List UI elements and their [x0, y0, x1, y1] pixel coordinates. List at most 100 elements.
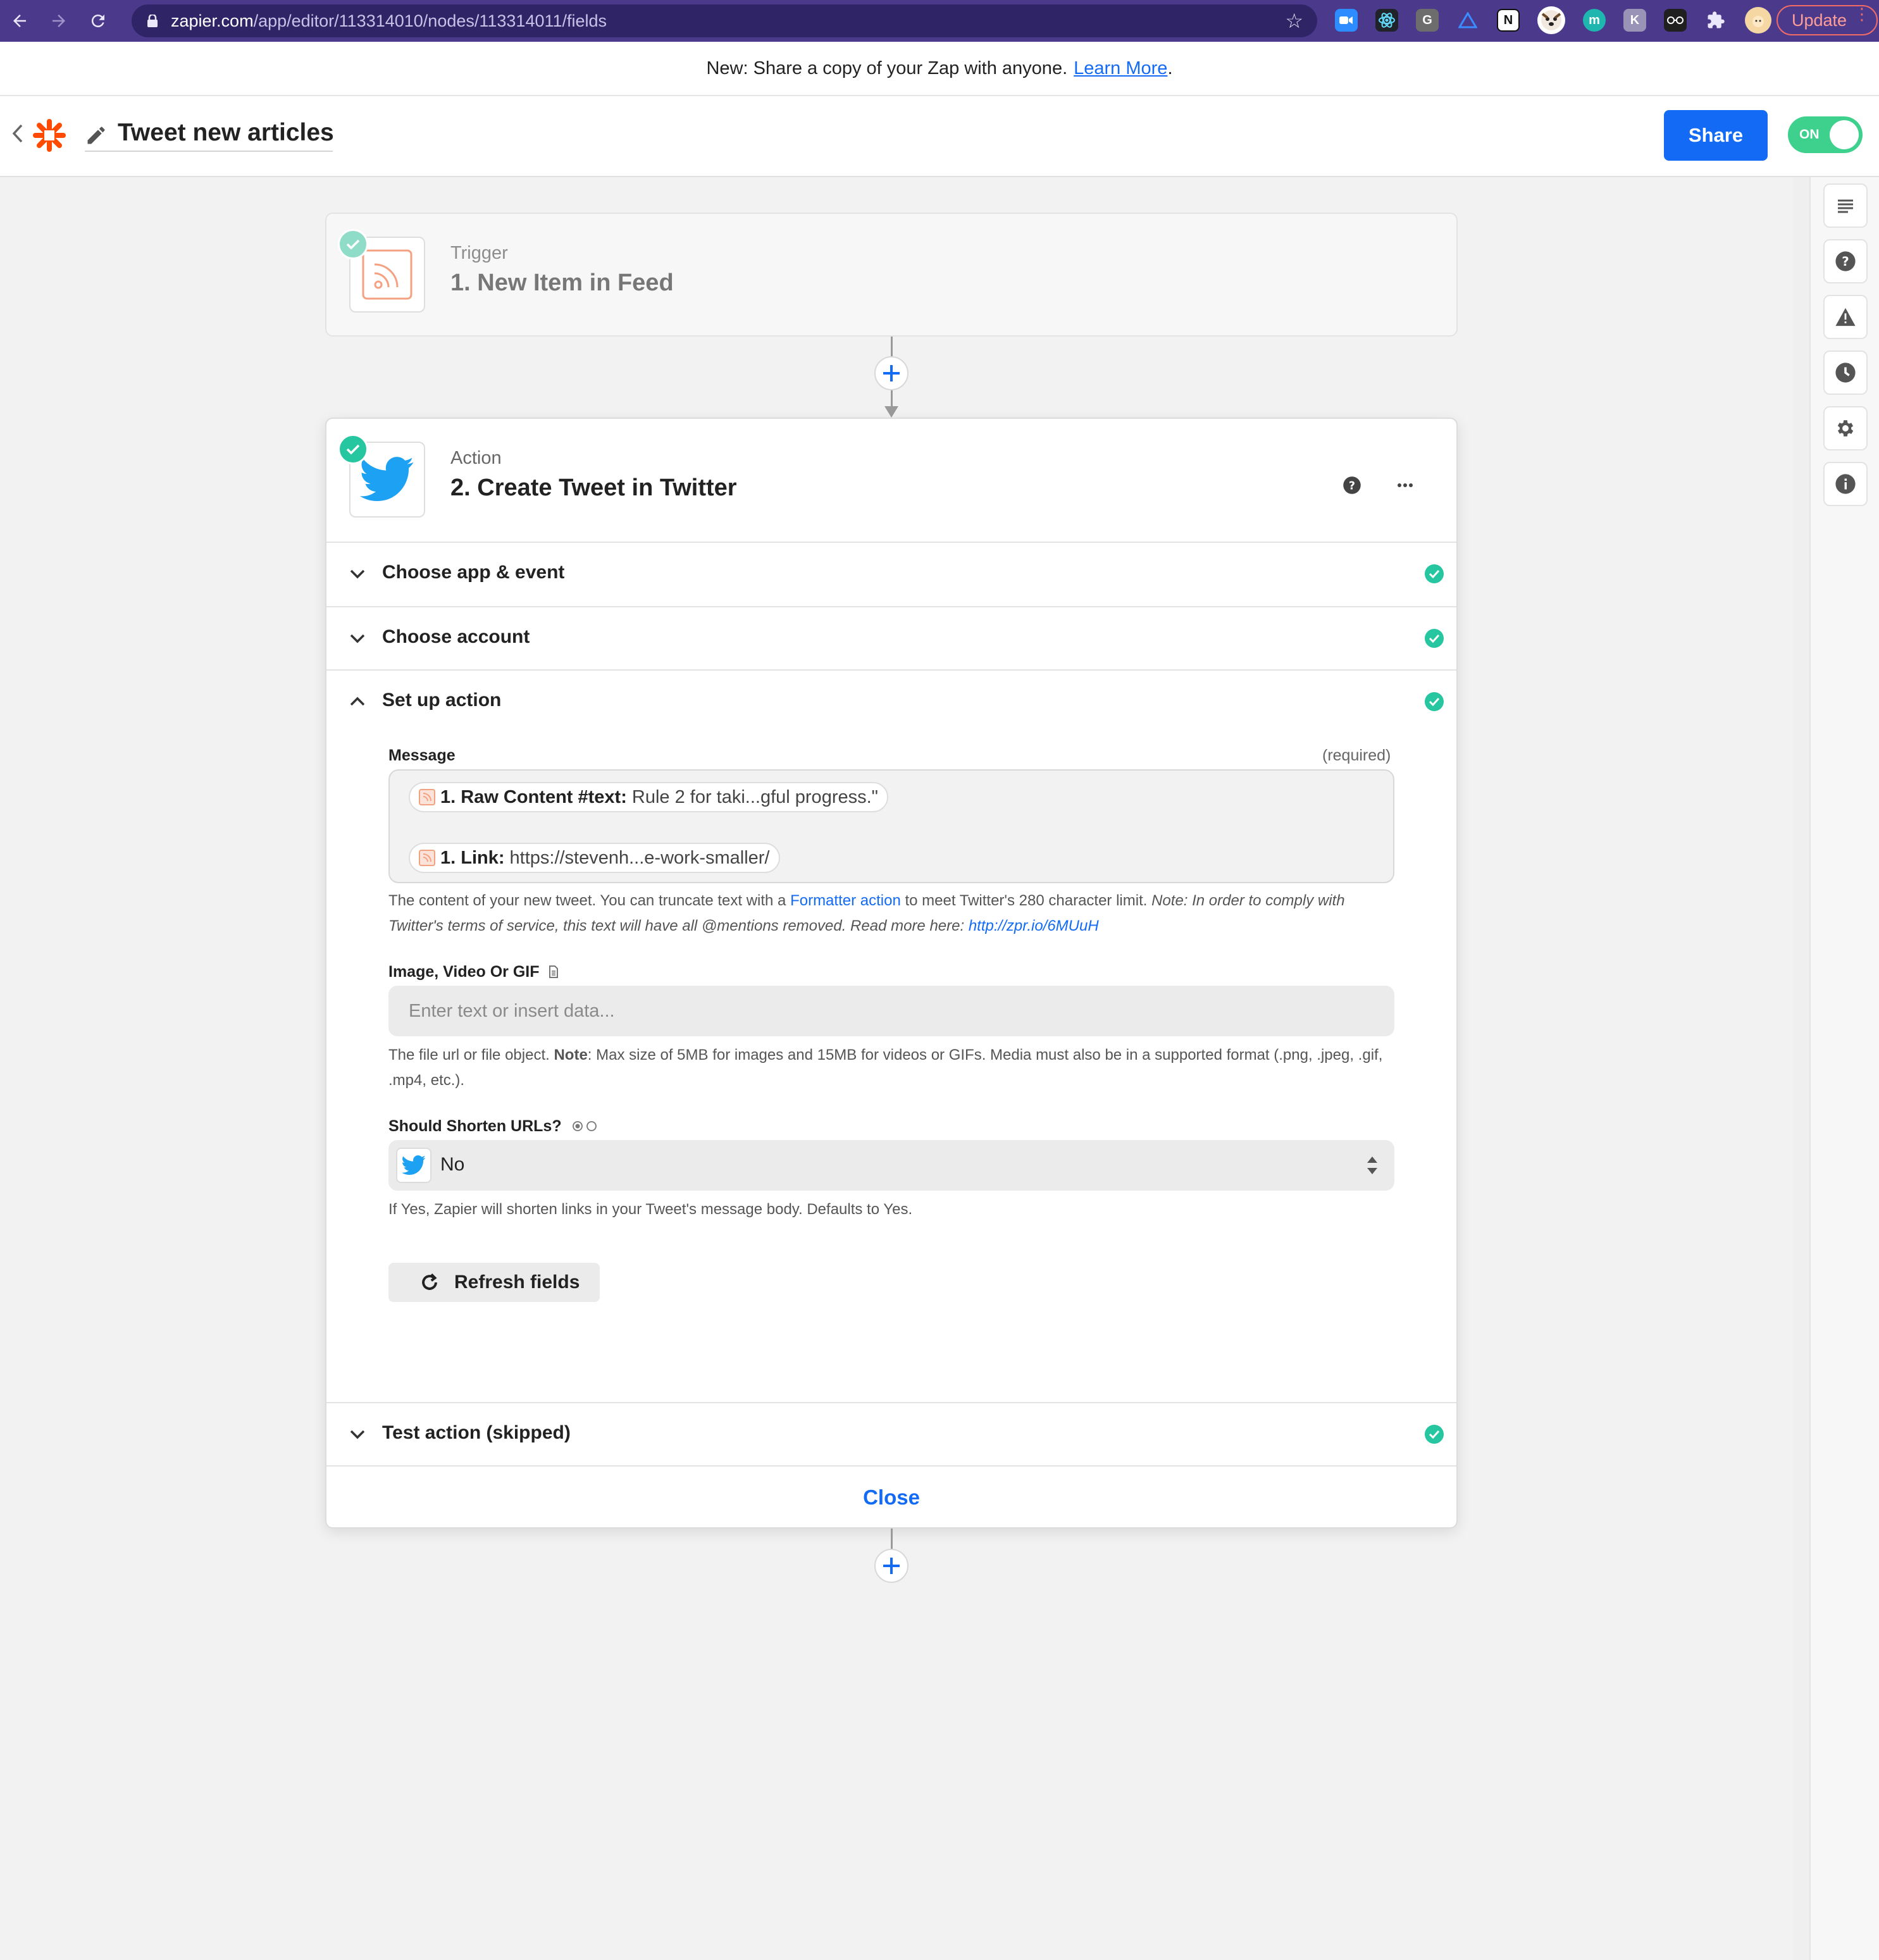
close-button[interactable]: Close [863, 1486, 920, 1510]
media-help-prefix: The file url or file object. [388, 1046, 550, 1064]
refresh-fields-button[interactable]: Refresh fields [388, 1263, 600, 1302]
trigger-kind-label: Trigger [450, 243, 508, 263]
rss-pill-icon [419, 789, 435, 805]
learn-more-link[interactable]: Learn More [1074, 58, 1167, 79]
connector-line [891, 390, 893, 408]
url-host: zapier.com [171, 11, 254, 30]
grammarly-icon[interactable]: G [1416, 9, 1439, 32]
toggle-label: ON [1799, 127, 1820, 142]
update-label: Update [1792, 10, 1847, 30]
select-value: No [440, 1154, 465, 1175]
section-setup-action[interactable]: Set up action [326, 669, 1456, 734]
bookmark-star-icon[interactable]: ☆ [1285, 9, 1303, 33]
react-devtools-icon[interactable] [1375, 9, 1398, 32]
history-icon[interactable] [1823, 350, 1868, 395]
announcement-trail: . [1167, 58, 1173, 78]
message-help-text: The content of your new tweet. You can t… [388, 888, 1401, 939]
sidebar-scrollbar[interactable] [1793, 177, 1811, 1960]
complete-check-icon [1425, 629, 1444, 648]
refresh-icon [422, 1273, 437, 1290]
k-extension-icon[interactable]: K [1623, 9, 1646, 32]
help-url-link[interactable]: http://zpr.io/6MUuH [969, 917, 1099, 934]
dog-avatar-icon[interactable] [1537, 6, 1565, 34]
media-input[interactable]: Enter text or insert data... [388, 986, 1394, 1036]
glasses-extension-icon[interactable] [1664, 9, 1687, 32]
help-icon[interactable]: ? [1823, 239, 1868, 283]
chevron-down-icon [350, 1430, 365, 1439]
announcement-text: New: Share a copy of your Zap with anyon… [706, 58, 1068, 78]
pill-value: https://stevenh...e-work-smaller/ [509, 847, 770, 868]
alert-icon[interactable] [1823, 295, 1868, 339]
message-field[interactable]: 1. Raw Content #text: Rule 2 for taki...g… [388, 769, 1394, 883]
section-label: Choose app & event [382, 562, 565, 583]
zoom-extension-icon[interactable] [1335, 9, 1358, 32]
section-test-action[interactable]: Test action (skipped) [326, 1402, 1456, 1467]
data-pill[interactable]: 1. Link: https://stevenh...e-work-smaller… [409, 843, 780, 873]
section-label: Choose account [382, 626, 530, 647]
settings-icon[interactable] [1823, 406, 1868, 450]
info-icon[interactable] [1823, 462, 1868, 506]
shorten-help-text: If Yes, Zapier will shorten links in you… [388, 1201, 913, 1218]
extension-icons: G N m K [1335, 6, 1789, 34]
zap-title[interactable]: Tweet new articles [118, 119, 334, 147]
add-step-plus-icon[interactable] [874, 356, 908, 390]
chevron-up-icon [350, 697, 365, 706]
action-title: 2. Create Tweet in Twitter [450, 474, 737, 501]
radio-toggle-icon [572, 1121, 597, 1131]
title-underline [85, 151, 333, 152]
more-vertical-icon[interactable]: ⋮ [1854, 6, 1870, 22]
rss-pill-icon [419, 850, 435, 866]
step-help-icon[interactable]: ? [1343, 476, 1361, 495]
section-choose-account[interactable]: Choose account [326, 606, 1456, 671]
section-choose-app[interactable]: Choose app & event [326, 542, 1456, 606]
address-bar[interactable]: zapier.com/app/editor/113314010/nodes/11… [132, 4, 1317, 37]
pill-value: Rule 2 for taki...gful progress." [631, 786, 878, 807]
shorten-label-text: Should Shorten URLs? [388, 1117, 562, 1135]
twitter-bird-icon [402, 1155, 426, 1175]
chevron-down-icon [350, 569, 365, 579]
announcement-banner: New: Share a copy of your Zap with anyon… [0, 42, 1879, 96]
reload-icon[interactable] [78, 0, 118, 42]
editor-header: Tweet new articles Share ON [0, 96, 1879, 177]
notion-icon[interactable]: N [1497, 9, 1520, 32]
action-check-icon [338, 434, 368, 464]
step-more-options-icon[interactable] [1397, 482, 1413, 488]
outline-icon[interactable] [1823, 183, 1868, 228]
connector-arrow-icon [884, 406, 898, 418]
chevron-left-icon[interactable] [11, 123, 24, 150]
select-arrows-icon [1367, 1157, 1377, 1174]
complete-check-icon [1425, 692, 1444, 711]
pill-key: 1. Raw Content #text: [440, 786, 627, 807]
forward-arrow-icon[interactable] [39, 0, 78, 42]
m-extension-icon[interactable]: m [1583, 9, 1606, 32]
media-help-text: The file url or file object. Note: Max s… [388, 1043, 1401, 1093]
triangle-extension-icon[interactable] [1456, 9, 1479, 32]
help-prefix: The content of your new tweet. You can t… [388, 892, 786, 909]
shorten-urls-select[interactable]: No [388, 1140, 1394, 1191]
trigger-step-card[interactable]: Trigger 1. New Item in Feed [325, 213, 1458, 337]
chevron-down-icon [350, 634, 365, 643]
browser-update-button[interactable]: Update ⋮ [1777, 5, 1878, 35]
pencil-icon[interactable] [85, 124, 108, 147]
file-icon [549, 965, 559, 978]
section-label: Set up action [382, 690, 502, 710]
media-help-note: Note [554, 1046, 588, 1064]
media-label: Image, Video Or GIF [388, 963, 559, 981]
action-kind-label: Action [450, 448, 502, 468]
add-step-plus-icon[interactable] [874, 1549, 908, 1583]
shorten-label: Should Shorten URLs? [388, 1117, 598, 1136]
close-row: Close [326, 1465, 1456, 1529]
back-arrow-icon[interactable] [0, 0, 39, 42]
media-label-text: Image, Video Or GIF [388, 963, 540, 981]
zapier-logo-icon[interactable] [33, 119, 66, 152]
complete-check-icon [1425, 1425, 1444, 1444]
profile-avatar-icon[interactable] [1745, 7, 1771, 34]
share-button[interactable]: Share [1664, 110, 1768, 161]
data-pill[interactable]: 1. Raw Content #text: Rule 2 for taki...g… [409, 782, 888, 812]
puzzle-extensions-icon[interactable] [1704, 9, 1727, 32]
url-path: /app/editor/113314010/nodes/113314011/fi… [253, 11, 607, 30]
refresh-label: Refresh fields [454, 1272, 580, 1293]
section-label: Test action (skipped) [382, 1422, 571, 1443]
formatter-action-link[interactable]: Formatter action [790, 892, 901, 909]
zap-on-toggle[interactable]: ON [1788, 116, 1863, 153]
